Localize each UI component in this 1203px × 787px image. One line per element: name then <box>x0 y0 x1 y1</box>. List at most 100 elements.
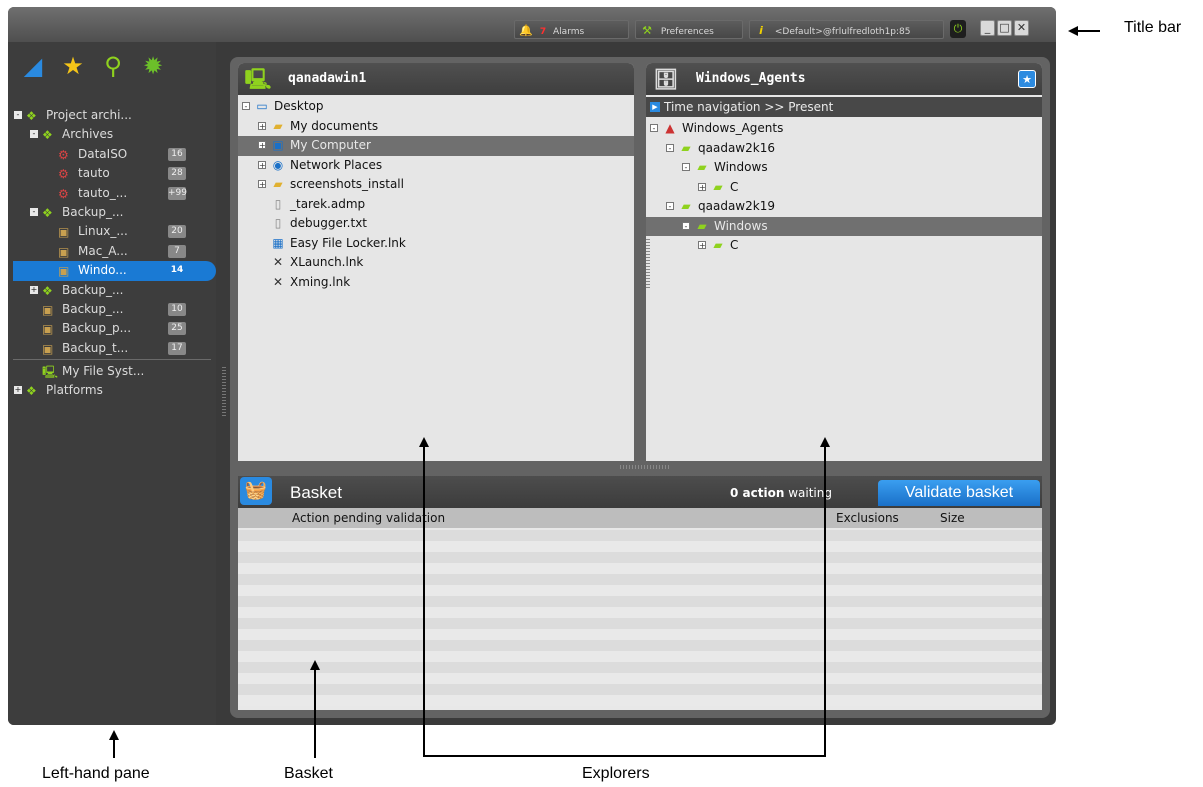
tree-item[interactable]: - ❖ Project archi... <box>8 106 216 125</box>
info-icon: i <box>759 24 763 37</box>
search-icon[interactable]: ⚲ <box>98 51 128 81</box>
expand-icon[interactable]: + <box>258 141 266 150</box>
explorer-item[interactable]: + ▰ My documents <box>238 117 634 137</box>
backup-icon: ▣ <box>42 341 54 356</box>
basket-icon: 🧺 <box>240 477 272 505</box>
close-button[interactable]: ✕ <box>1014 20 1029 36</box>
collapse-icon[interactable]: - <box>30 207 38 216</box>
explorer-item[interactable]: ▦ Easy File Locker.lnk <box>238 234 634 254</box>
collapse-icon[interactable]: - <box>682 221 690 230</box>
power-icon[interactable]: ⏻ <box>950 20 966 38</box>
basket-empty-row <box>238 541 1042 552</box>
horizontal-splitter[interactable] <box>620 465 670 469</box>
tree-item[interactable]: ▣ Mac_A... 7 <box>8 242 216 261</box>
explorer-splitter[interactable] <box>646 239 650 289</box>
expand-icon[interactable]: + <box>30 285 38 294</box>
folder-icon: ▰ <box>273 118 283 133</box>
expand-icon[interactable]: + <box>258 121 266 130</box>
explorer-item[interactable]: - ▲ Windows_Agents <box>646 119 1042 139</box>
preferences-label: Preferences <box>660 27 714 37</box>
minimize-button[interactable]: _ <box>980 20 995 36</box>
filesystem-icon: 🖳 <box>42 365 59 380</box>
basket-annotation: Basket <box>284 765 333 782</box>
collapse-icon[interactable]: - <box>242 102 250 111</box>
left-pane-annotation: Left-hand pane <box>42 765 150 782</box>
left-pane-toolbar: ◢ ★ ⚲ ✹ <box>8 47 216 87</box>
basket-empty-row <box>238 607 1042 618</box>
explorer-item-label: XLaunch.lnk <box>290 255 364 269</box>
basket-arrow-line <box>314 670 316 758</box>
vertical-splitter[interactable] <box>222 367 226 417</box>
explorer-item[interactable]: ▯ debugger.txt <box>238 214 634 234</box>
explorer-item[interactable]: - ▰ qaadaw2k19 <box>646 197 1042 217</box>
collapse-icon[interactable]: - <box>30 130 38 139</box>
user-info-button[interactable]: i <Default>@frlulfredloth1p:85 <box>749 20 944 39</box>
preferences-button[interactable]: ⚒ Preferences <box>635 20 743 39</box>
tree-item[interactable]: ⚙ tauto_... +99 <box>8 184 216 203</box>
tree-item[interactable]: ▣ Windo... 14 <box>13 261 216 281</box>
explorer-item[interactable]: + ▰ screenshots_install <box>238 175 634 195</box>
explorer-item[interactable]: - ▰ qaadaw2k16 <box>646 139 1042 159</box>
user-label: <Default>@frlulfredloth1p:85 <box>774 27 911 37</box>
tree-item[interactable]: ▣ Backup_t... 17 <box>8 339 216 358</box>
explorer-item[interactable]: ✕ XLaunch.lnk <box>238 253 634 273</box>
explorer-item[interactable]: ▯ _tarek.admp <box>238 195 634 215</box>
column-size[interactable]: Size <box>940 508 965 528</box>
favorite-star-icon[interactable]: ★ <box>1018 70 1036 88</box>
basket-empty-row <box>238 618 1042 629</box>
validate-basket-button[interactable]: Validate basket <box>878 480 1040 506</box>
alarms-button[interactable]: 🔔 7 Alarms <box>514 20 629 39</box>
tree-item[interactable]: ⚙ DataISO 16 <box>8 145 216 164</box>
tree-item-label: My File Syst... <box>62 364 145 379</box>
gear-icon[interactable]: ✹ <box>138 51 168 81</box>
tree-item[interactable]: + ❖ Backup_... <box>8 281 216 300</box>
explorer-item[interactable]: + ▰ C <box>646 178 1042 198</box>
basket-empty-row <box>238 673 1042 684</box>
basket-empty-row <box>238 530 1042 541</box>
tree-item[interactable]: ⚙ tauto 28 <box>8 164 216 183</box>
explorer-item[interactable]: + ▣ My Computer <box>238 136 634 156</box>
time-navigation-bar[interactable]: ▶ Time navigation >> Present <box>646 97 1042 117</box>
folder-icon[interactable]: ◢ <box>18 51 48 81</box>
greenfolder-icon: ▰ <box>697 218 707 233</box>
collapse-icon[interactable]: - <box>14 111 22 119</box>
basket-empty-row <box>238 695 1042 706</box>
tree-item[interactable]: - ❖ Backup_... <box>8 203 216 222</box>
greenfolder-icon: ▰ <box>697 160 707 174</box>
tree-item[interactable]: - ❖ Archives <box>8 125 216 144</box>
basket-empty-row <box>238 563 1042 574</box>
explorer-item[interactable]: + ◉ Network Places <box>238 156 634 176</box>
expand-icon[interactable]: + <box>698 241 706 250</box>
collapse-icon[interactable]: - <box>666 202 674 211</box>
explorer-item[interactable]: - ▭ Desktop <box>238 97 634 117</box>
collapse-icon[interactable]: - <box>650 124 658 133</box>
explorers-bracket-line <box>423 755 826 757</box>
explorer-item[interactable]: - ▰ Windows <box>646 158 1042 178</box>
star-icon[interactable]: ★ <box>58 51 88 81</box>
x-icon: ✕ <box>272 274 284 289</box>
expand-icon[interactable]: + <box>258 160 266 169</box>
explorer-item[interactable]: + ▰ C <box>646 236 1042 256</box>
expand-icon[interactable]: + <box>258 180 266 189</box>
expand-icon[interactable]: + <box>14 386 22 395</box>
explorer-item-label: qaadaw2k16 <box>698 140 775 155</box>
tree-item[interactable]: ▣ Linux_... 20 <box>8 222 216 241</box>
tree-item[interactable]: 🖳 My File Syst... <box>8 362 216 381</box>
tree-item[interactable]: ▣ Backup_... 10 <box>8 300 216 319</box>
backup-icon: ▣ <box>58 244 70 259</box>
basket-header: 🧺 Basket 0 action waiting Validate baske… <box>238 476 1042 508</box>
network-icon: ◉ <box>272 157 284 172</box>
basket-panel: 🧺 Basket 0 action waiting Validate baske… <box>238 476 1042 710</box>
tree-item[interactable]: ▣ Backup_p... 25 <box>8 319 216 338</box>
collapse-icon[interactable]: - <box>682 163 690 172</box>
basket-empty-row <box>238 651 1042 662</box>
tree-item[interactable]: + ❖ Platforms <box>8 381 216 400</box>
collapse-icon[interactable]: - <box>666 143 674 152</box>
basket-empty-row <box>238 640 1042 651</box>
archive-icon: ⚙ <box>58 186 69 201</box>
maximize-button[interactable]: □ <box>997 20 1012 36</box>
explorer-item[interactable]: ✕ Xming.lnk <box>238 273 634 293</box>
explorer-item[interactable]: - ▰ Windows <box>646 216 1042 236</box>
column-exclusions[interactable]: Exclusions <box>836 508 899 528</box>
expand-icon[interactable]: + <box>698 182 706 191</box>
